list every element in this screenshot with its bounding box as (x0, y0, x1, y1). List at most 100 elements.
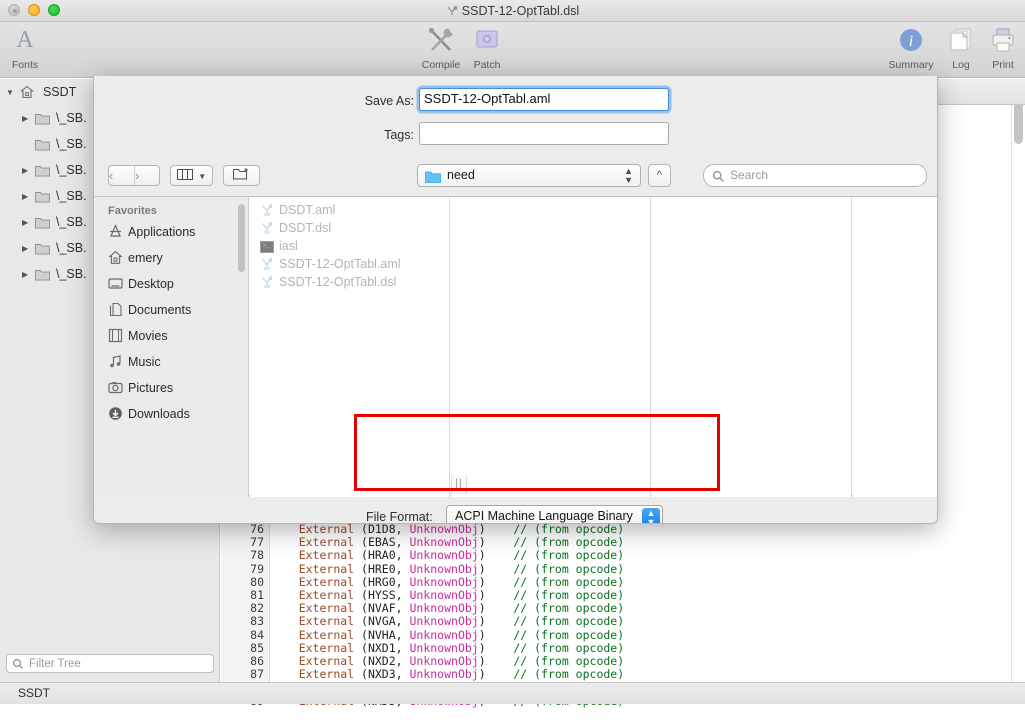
sidebar-item-emery[interactable]: emery (94, 245, 248, 271)
code-comment: // (from opcode) (513, 522, 625, 536)
disclosure-right-icon[interactable]: ▶ (22, 106, 33, 132)
sidebar-item-label: Pictures (128, 381, 174, 395)
disclosure-right-icon[interactable]: ▶ (22, 236, 33, 262)
filter-tree-input[interactable]: Filter Tree (6, 654, 214, 673)
sidebar-item-documents[interactable]: Documents (94, 297, 248, 323)
back-button[interactable]: ‹ (109, 166, 135, 185)
file-list-item[interactable]: >_ iasl (250, 237, 449, 255)
sidebar-item-label: Music (128, 355, 161, 369)
favorites-scrollbar[interactable] (238, 204, 245, 272)
file-name: DSDT.dsl (279, 221, 332, 235)
line-number: 85 (250, 640, 264, 655)
code-keyword: External (298, 522, 355, 536)
code-type: UnknownObj (409, 548, 479, 563)
path-popup-button[interactable]: need ▲ ▼ (417, 164, 641, 187)
sidebar-item-applications[interactable]: Applications (94, 219, 248, 245)
favorites-sidebar: Favorites Applications emery Desktop Docume… (94, 197, 249, 497)
sidebar-item-label: Downloads (128, 407, 190, 421)
search-input[interactable]: Search (703, 164, 927, 187)
line-number: 76 (250, 522, 264, 536)
code-line: External (EBAS, UnknownObj) // (from opc… (298, 535, 625, 550)
sidebar-item-movies[interactable]: Movies (94, 323, 248, 349)
window-title-text: SSDT-12-OptTabl.dsl (461, 4, 580, 18)
forward-button[interactable]: › (135, 166, 161, 185)
sidebar-item-desktop[interactable]: Desktop (94, 271, 248, 297)
fonts-label: Fonts (11, 59, 39, 71)
new-folder-icon (233, 168, 250, 182)
disclosure-right-icon[interactable]: ▶ (22, 262, 33, 288)
code-comment: // (from opcode) (513, 601, 625, 616)
tags-label: Tags: (384, 128, 414, 142)
save-as-label: Save As: (364, 94, 414, 108)
sidebar-item-label: Desktop (128, 277, 174, 291)
code-type: UnknownObj (409, 667, 479, 682)
tags-input[interactable] (419, 122, 669, 145)
file-format-row: File Format: ACPI Machine Language Binar… (94, 497, 937, 523)
code-line: External (NXD1, UnknownObj) // (from opc… (298, 640, 625, 655)
filter-tree-placeholder: Filter Tree (29, 658, 81, 670)
code-line: External (HYSS, UnknownObj) // (from opc… (298, 588, 625, 602)
code-keyword: External (298, 535, 355, 550)
code-comment: // (from opcode) (513, 614, 625, 629)
fonts-button[interactable]: A Fonts (0, 26, 56, 71)
column-resize-handle[interactable]: || (451, 475, 467, 495)
sidebar-item-label: Applications (128, 225, 196, 239)
line-number: 87 (250, 667, 264, 682)
line-number: 78 (250, 548, 264, 563)
disclosure-right-icon[interactable]: ▶ (22, 158, 33, 184)
file-name: SSDT-12-OptTabl.dsl (279, 275, 397, 289)
file-list-item[interactable]: SSDT-12-OptTabl.aml (250, 255, 449, 273)
file-format-select[interactable]: ACPI Machine Language Binary ▲ ▼ (446, 505, 663, 523)
code-line: External (D1D8, UnknownObj) // (from opc… (298, 522, 625, 536)
file-column-3[interactable] (652, 197, 852, 497)
file-format-value: ACPI Machine Language Binary (455, 509, 633, 523)
view-mode-button[interactable]: ▼ (170, 165, 213, 186)
go-up-button[interactable]: ^ (648, 164, 671, 187)
svg-text:A: A (16, 27, 34, 52)
disclosure-down-icon[interactable]: ▼ (6, 80, 17, 106)
search-icon (712, 169, 725, 190)
sidebar-item-music[interactable]: Music (94, 349, 248, 375)
line-number: 77 (250, 535, 264, 550)
editor-vertical-scrollbar[interactable] (1014, 99, 1023, 144)
file-list-item[interactable]: DSDT.dsl (250, 219, 449, 237)
code-keyword: External (298, 667, 355, 682)
status-bar: SSDT (0, 682, 1025, 704)
disclosure-right-icon[interactable]: ▶ (22, 210, 33, 236)
updown-stepper-icon[interactable]: ▲ ▼ (642, 507, 660, 523)
code-keyword: External (298, 588, 355, 602)
print-button[interactable]: Print (972, 26, 1025, 71)
file-list-item[interactable]: SSDT-12-OptTabl.dsl (250, 273, 449, 291)
code-comment: // (from opcode) (513, 548, 625, 563)
sidebar-item-pictures[interactable]: Pictures (94, 375, 248, 401)
line-number: 83 (250, 614, 264, 629)
file-column-4[interactable] (853, 197, 937, 497)
svg-text:>_: >_ (263, 243, 270, 249)
blue-folder-icon (425, 169, 441, 190)
file-name: SSDT-12-OptTabl.aml (279, 257, 401, 271)
code-keyword: External (298, 548, 355, 563)
downloads-icon (108, 404, 128, 430)
code-keyword: External (298, 627, 355, 642)
code-keyword: External (298, 614, 355, 629)
disclosure-right-icon[interactable]: ▶ (22, 184, 33, 210)
file-column-2[interactable] (451, 197, 651, 497)
code-keyword: External (298, 654, 355, 668)
caret-up-icon: ^ (656, 169, 663, 181)
window-titlebar: SSDT-12-OptTabl.dsl (0, 0, 1025, 22)
file-browser: Favorites Applications emery Desktop Docume… (94, 196, 937, 497)
dsl-file-icon (260, 275, 279, 294)
code-comment: // (from opcode) (513, 667, 625, 682)
back-forward-segment: ‹ › (108, 165, 160, 186)
save-dialog: Save As: SSDT-12-OptTabl.aml Tags: ‹ › ▼ (93, 76, 938, 524)
save-as-input[interactable]: SSDT-12-OptTabl.aml (419, 88, 669, 111)
new-folder-icon-button[interactable] (223, 165, 260, 186)
code-type: UnknownObj (409, 654, 479, 668)
tree-item-label: \_SB. (56, 189, 87, 203)
file-list-item[interactable]: DSDT.aml (250, 201, 449, 219)
printer-icon (972, 26, 1025, 58)
file-column-1[interactable]: DSDT.aml DSDT.dsl >_ iasl SSDT-12-OptTabl.am… (250, 197, 450, 497)
patch-button[interactable]: Patch (456, 26, 518, 71)
search-placeholder: Search (730, 168, 769, 182)
sidebar-item-downloads[interactable]: Downloads (94, 401, 248, 427)
